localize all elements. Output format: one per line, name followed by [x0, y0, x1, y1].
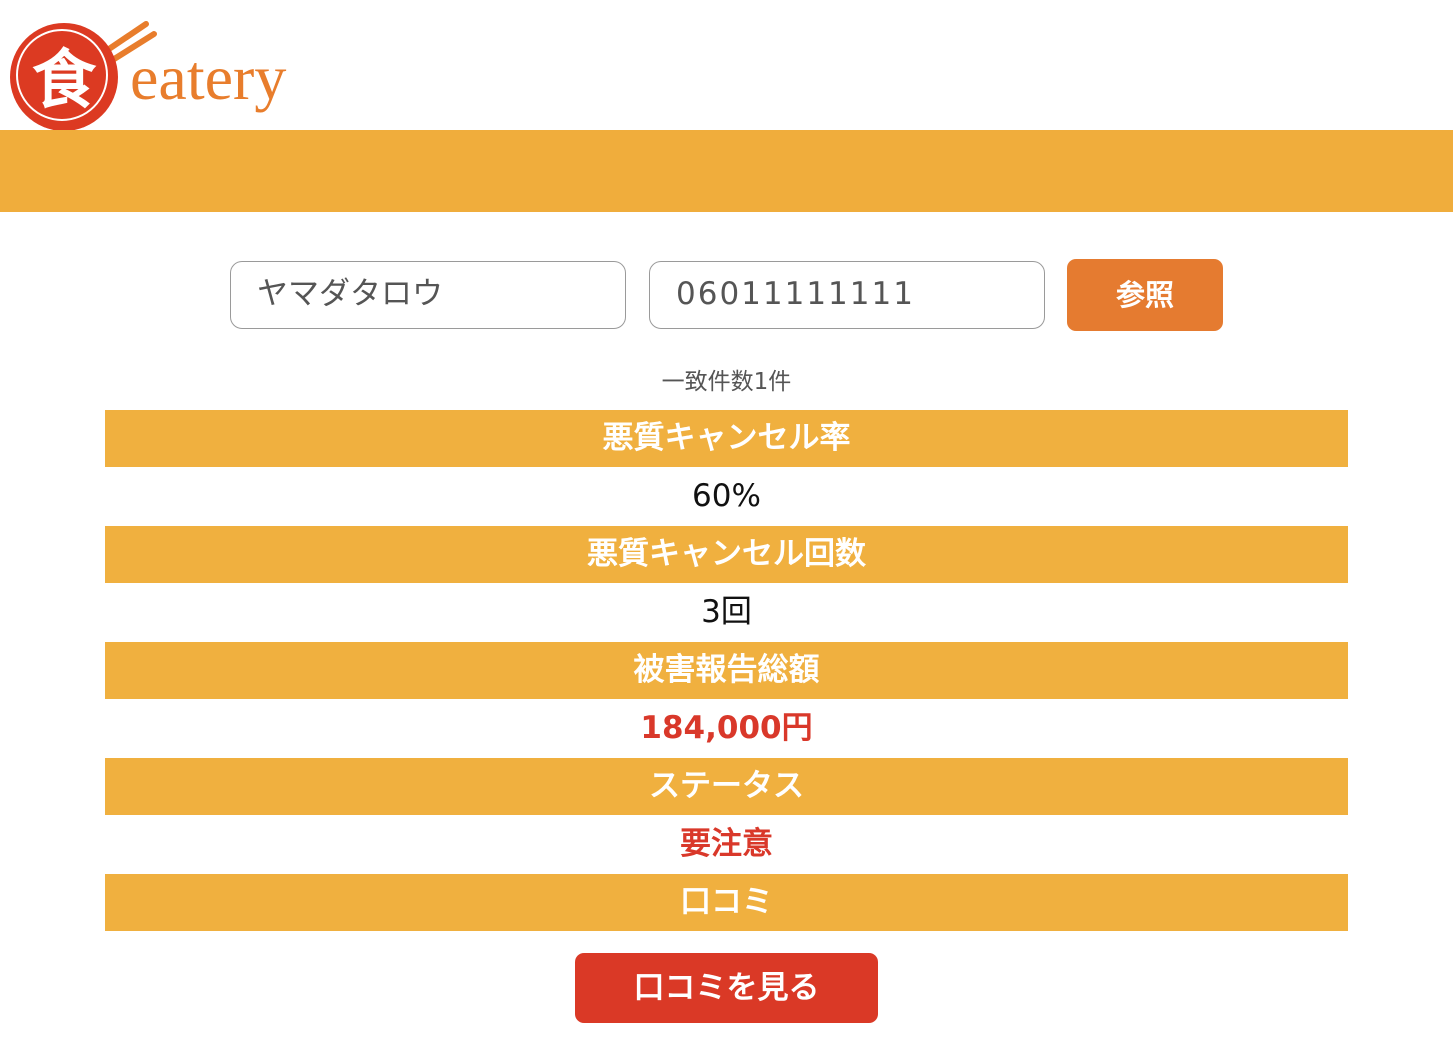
damage-total-header: 被害報告総額	[105, 642, 1348, 699]
damage-total-value: 184,000円	[640, 710, 813, 746]
cancel-count-header: 悪質キャンセル回数	[105, 526, 1348, 583]
reviews-header: 口コミ	[105, 874, 1348, 931]
cancel-rate-header: 悪質キャンセル率	[105, 410, 1348, 467]
header-band	[0, 130, 1453, 212]
match-count: 一致件数1件	[661, 369, 792, 395]
status-header: ステータス	[105, 758, 1348, 815]
logo-wordmark: eatery	[130, 42, 287, 113]
view-reviews-button[interactable]: 口コミを見る	[575, 953, 878, 1023]
status-value: 要注意	[680, 826, 773, 862]
phone-input[interactable]: 06011111111	[649, 261, 1045, 329]
cancel-rate-value: 60%	[692, 478, 761, 514]
logo-kanji: 食	[32, 43, 96, 118]
logo-emblem: 食	[10, 23, 118, 131]
results-table: 悪質キャンセル率 60% 悪質キャンセル回数 3回 被害報告総額 184,000…	[105, 410, 1348, 931]
search-button[interactable]: 参照	[1067, 259, 1223, 331]
logo[interactable]: 食 eatery	[10, 10, 330, 131]
cancel-count-value: 3回	[701, 594, 752, 630]
name-input[interactable]: ヤマダタロウ	[230, 261, 626, 329]
